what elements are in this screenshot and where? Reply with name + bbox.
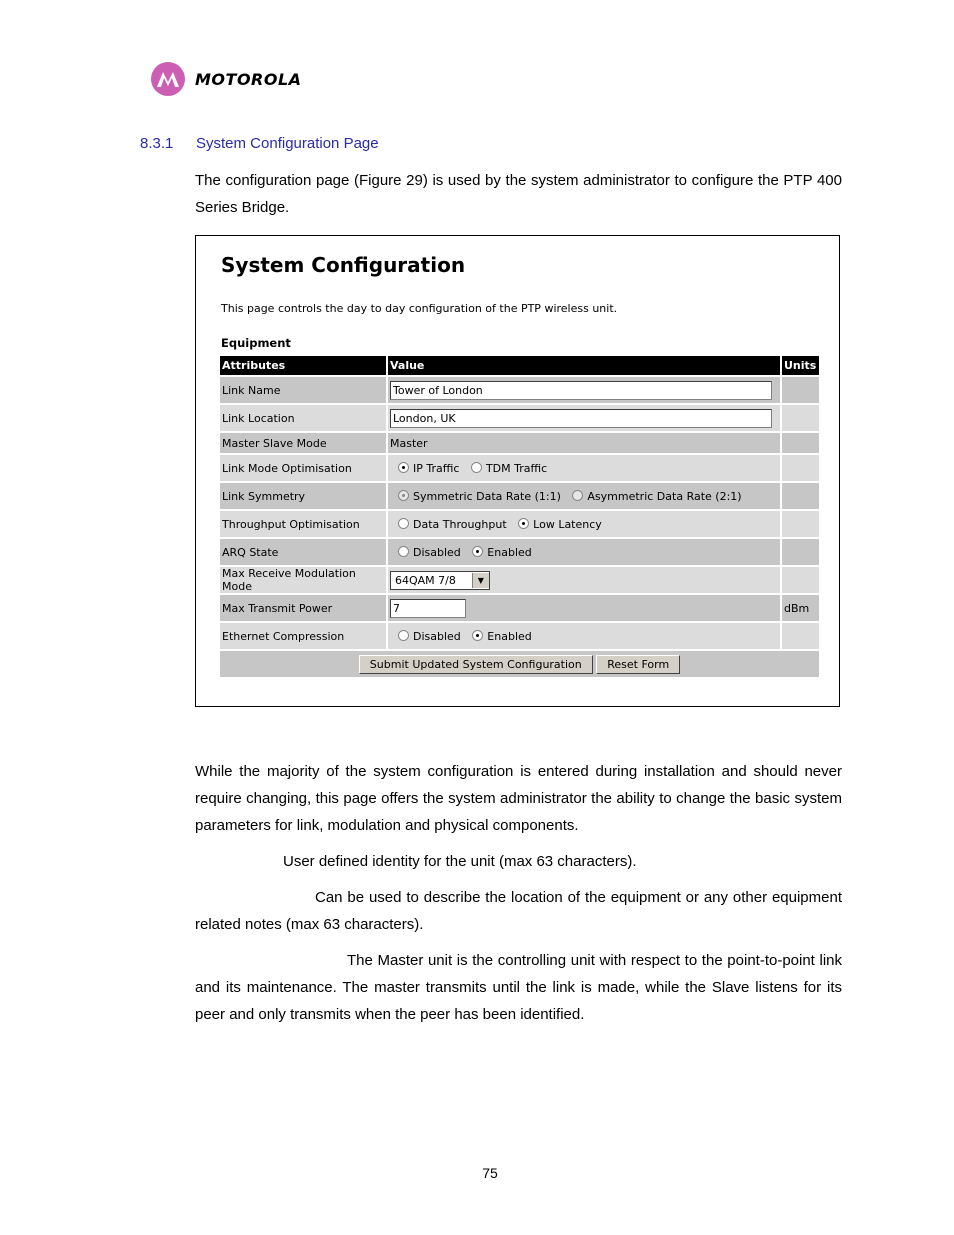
units-cell bbox=[782, 567, 819, 593]
units-cell: dBm bbox=[782, 595, 819, 621]
tx-power-input[interactable] bbox=[390, 598, 466, 618]
attr-label: Max Transmit Power bbox=[220, 595, 386, 621]
intro-paragraph: The configuration page (Figure 29) is us… bbox=[195, 172, 842, 216]
radio-ip-traffic[interactable] bbox=[398, 461, 409, 473]
table-row: Ethernet Compression Disabled Enabled bbox=[220, 623, 819, 649]
figure-title: System Configuration bbox=[221, 253, 466, 277]
motorola-batwing-icon bbox=[151, 62, 185, 96]
attr-label: ARQ State bbox=[220, 539, 386, 565]
section-title: System Configuration Page bbox=[196, 135, 379, 152]
table-row: Link Location bbox=[220, 405, 819, 431]
table-row: Master Slave Mode Master bbox=[220, 433, 819, 453]
units-cell bbox=[782, 433, 819, 453]
column-header-attributes: Attributes bbox=[220, 356, 386, 375]
description-text: The Master unit is the controlling unit … bbox=[195, 952, 842, 1023]
table-row: Link Name bbox=[220, 377, 819, 403]
radio-data-throughput[interactable] bbox=[398, 517, 409, 529]
button-row: Submit Updated System Configuration Rese… bbox=[220, 651, 819, 677]
units-cell bbox=[782, 511, 819, 537]
attr-label: Link Location bbox=[220, 405, 386, 431]
option-label: Asymmetric Data Rate (2:1) bbox=[587, 489, 742, 503]
equipment-heading: Equipment bbox=[221, 336, 291, 350]
column-header-value: Value bbox=[388, 356, 780, 375]
radio-symmetric[interactable] bbox=[398, 489, 409, 501]
body-paragraph: While the majority of the system configu… bbox=[195, 763, 842, 834]
option-label: Disabled bbox=[413, 629, 461, 643]
link-name-description: User defined identity for the unit (max … bbox=[195, 848, 842, 875]
attr-label: Master Slave Mode bbox=[220, 433, 386, 453]
option-label: TDM Traffic bbox=[485, 461, 548, 475]
units-cell bbox=[782, 539, 819, 565]
page-number: 75 bbox=[482, 1165, 498, 1181]
select-value: 64QAM 7/8 bbox=[395, 573, 456, 587]
attr-label: Max Receive Modulation Mode bbox=[220, 567, 386, 593]
link-name-input[interactable] bbox=[390, 380, 772, 400]
radio-low-latency[interactable] bbox=[518, 517, 530, 529]
submit-button[interactable]: Submit Updated System Configuration bbox=[358, 654, 593, 674]
radio-ethernet-disabled[interactable] bbox=[398, 629, 409, 641]
radio-ethernet-enabled[interactable] bbox=[472, 629, 484, 641]
units-cell bbox=[782, 455, 819, 481]
reset-button[interactable]: Reset Form bbox=[596, 654, 681, 674]
radio-arq-enabled[interactable] bbox=[472, 545, 484, 557]
option-label: Data Throughput bbox=[413, 517, 507, 531]
units-cell bbox=[782, 623, 819, 649]
attr-label: Link Symmetry bbox=[220, 483, 386, 509]
option-label: Enabled bbox=[487, 629, 532, 643]
figure-description: This page controls the day to day config… bbox=[221, 302, 618, 315]
description-text: Can be used to describe the location of … bbox=[195, 889, 842, 933]
radio-tdm-traffic[interactable] bbox=[470, 461, 482, 473]
dropdown-arrow-icon[interactable]: ▼ bbox=[471, 572, 489, 588]
units-cell bbox=[782, 483, 819, 509]
units-cell bbox=[782, 377, 819, 403]
brand-name: MOTOROLA bbox=[195, 69, 302, 89]
attr-label: Link Name bbox=[220, 377, 386, 403]
attr-label: Ethernet Compression bbox=[220, 623, 386, 649]
table-row: Link Mode Optimisation IP Traffic TDM Tr… bbox=[220, 455, 819, 481]
motorola-logo: MOTOROLA bbox=[151, 62, 302, 96]
system-configuration-figure: System Configuration This page controls … bbox=[195, 235, 840, 707]
link-location-input[interactable] bbox=[390, 408, 772, 428]
option-label: Symmetric Data Rate (1:1) bbox=[413, 489, 561, 503]
attr-label: Throughput Optimisation bbox=[220, 511, 386, 537]
table-row: ARQ State Disabled Enabled bbox=[220, 539, 819, 565]
column-header-units: Units bbox=[782, 356, 819, 375]
config-table: Attributes Value Units Link Name Link Lo… bbox=[218, 354, 821, 679]
radio-asymmetric[interactable] bbox=[572, 489, 584, 501]
table-row: Throughput Optimisation Data Throughput … bbox=[220, 511, 819, 537]
units-cell bbox=[782, 405, 819, 431]
description-text: User defined identity for the unit (max … bbox=[283, 853, 637, 870]
option-label: Enabled bbox=[487, 545, 532, 559]
section-number: 8.3.1 bbox=[140, 135, 174, 152]
modulation-select[interactable]: 64QAM 7/8 ▼ bbox=[390, 570, 490, 590]
radio-arq-disabled[interactable] bbox=[398, 545, 409, 557]
link-location-description: Can be used to describe the location of … bbox=[195, 884, 842, 938]
master-slave-value: Master bbox=[388, 433, 780, 453]
table-row: Max Transmit Power dBm bbox=[220, 595, 819, 621]
option-label: IP Traffic bbox=[413, 461, 460, 475]
master-slave-description: The Master unit is the controlling unit … bbox=[195, 947, 842, 1028]
table-row: Link Symmetry Symmetric Data Rate (1:1) … bbox=[220, 483, 819, 509]
option-label: Low Latency bbox=[533, 517, 602, 531]
option-label: Disabled bbox=[413, 545, 461, 559]
section-heading: 8.3.1 System Configuration Page bbox=[140, 135, 379, 152]
attr-label: Link Mode Optimisation bbox=[220, 455, 386, 481]
table-row: Max Receive Modulation Mode 64QAM 7/8 ▼ bbox=[220, 567, 819, 593]
